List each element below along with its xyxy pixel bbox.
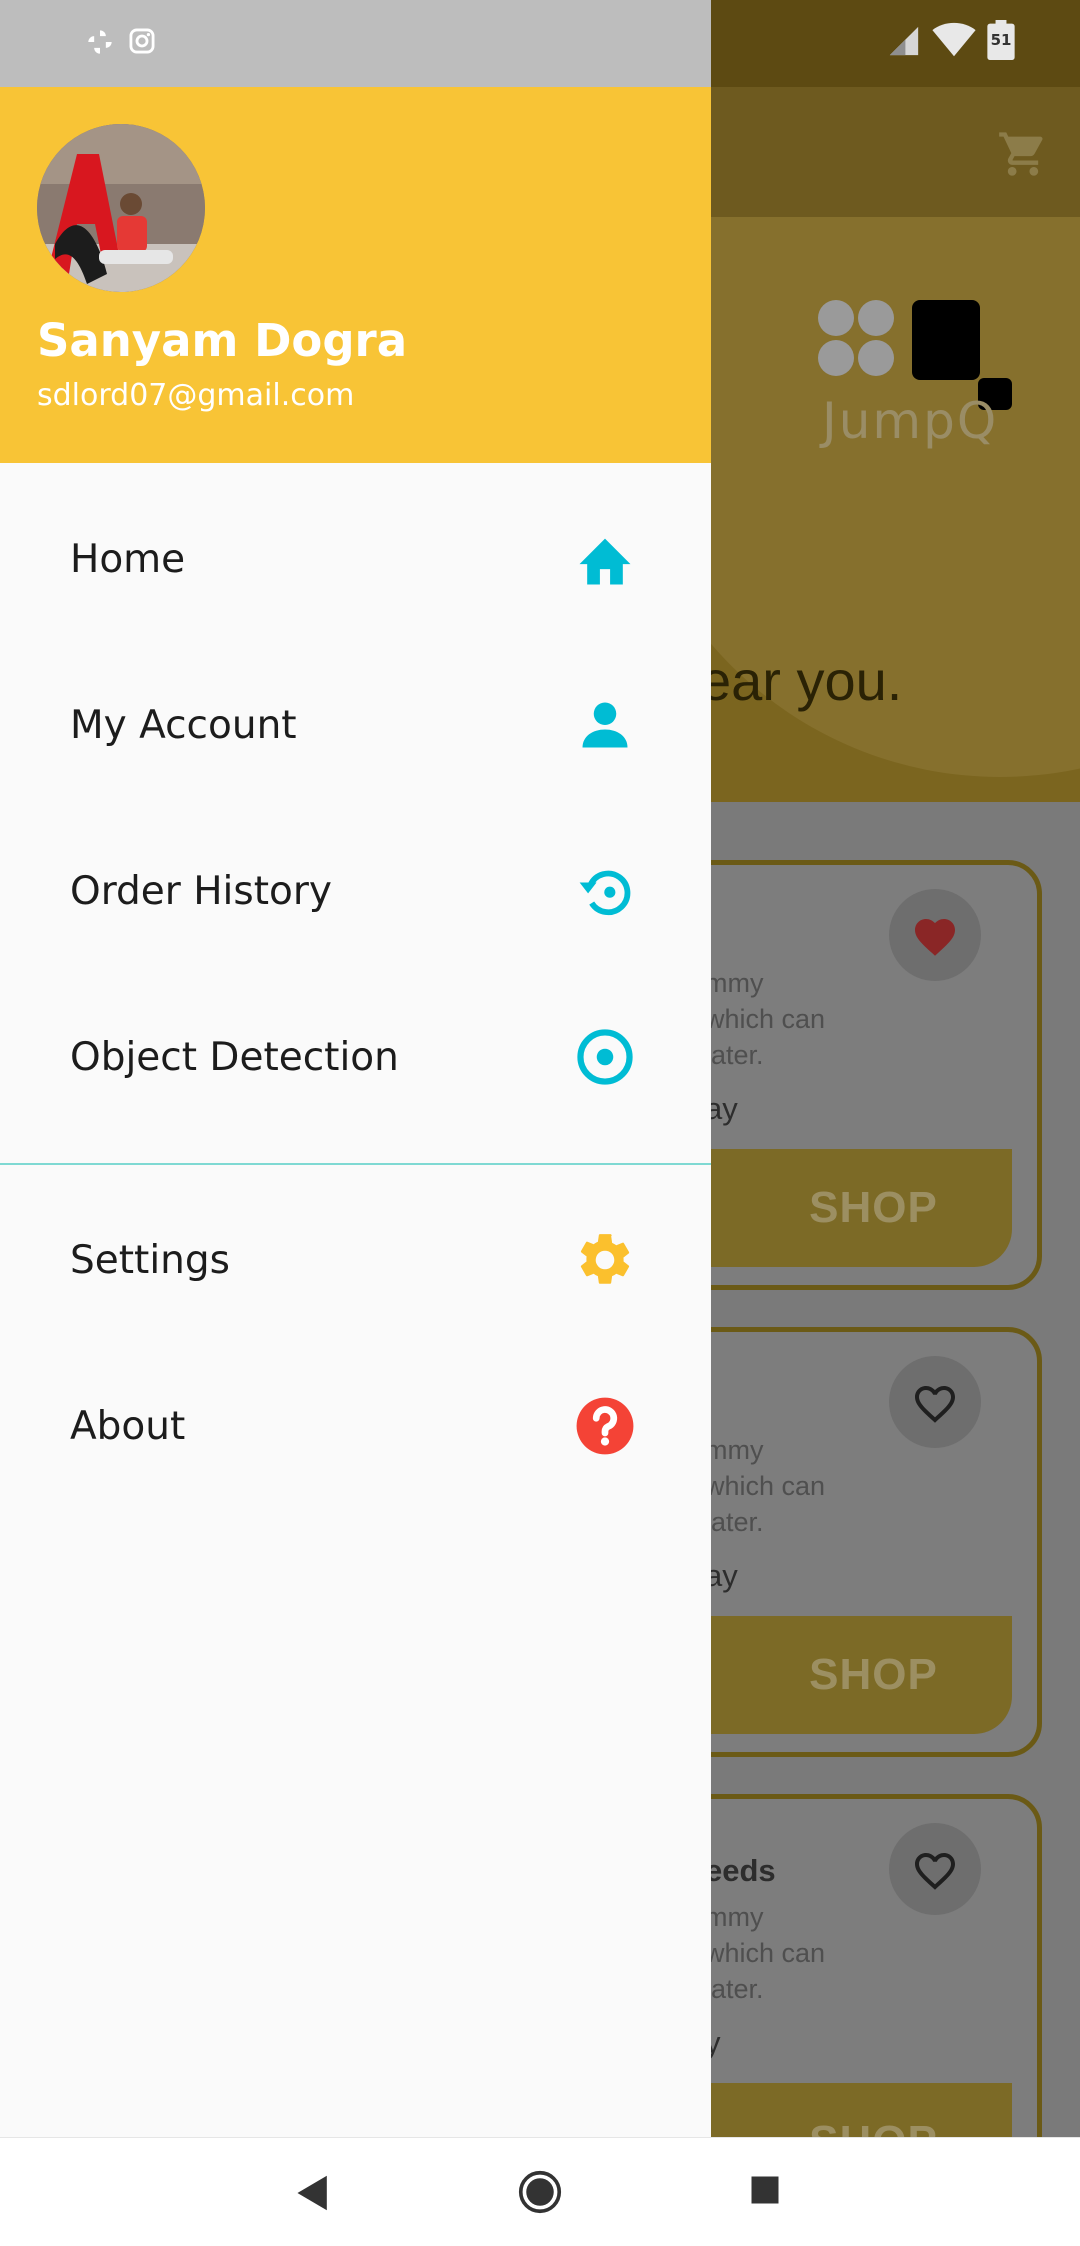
menu-item-order-history[interactable]: Order History <box>0 811 711 971</box>
navigation-drawer: Sanyam Dogra sdlord07@gmail.com Home My … <box>0 0 711 2137</box>
favorite-button <box>889 889 981 981</box>
gear-icon <box>571 1226 639 1294</box>
user-email: sdlord07@gmail.com <box>37 378 355 413</box>
menu-item-home[interactable]: Home <box>0 479 711 639</box>
home-icon <box>571 525 639 593</box>
card-description: mmy which can later. <box>705 1902 826 2004</box>
favorite-button <box>889 1823 981 1915</box>
history-icon <box>571 857 639 925</box>
system-nav-bar <box>0 2137 1080 2246</box>
user-name: Sanyam Dogra <box>37 314 408 367</box>
target-icon <box>571 1023 639 1091</box>
wifi-icon <box>932 22 976 57</box>
profile-photo <box>37 124 205 292</box>
menu-item-object-detection[interactable]: Object Detection <box>0 977 711 1137</box>
heart-outline-icon <box>915 1853 955 1890</box>
heart-filled-icon <box>915 919 955 956</box>
instagram-icon <box>129 28 155 54</box>
menu-item-label: Home <box>70 536 186 582</box>
logo-text: JumpQ <box>822 392 999 450</box>
menu-item-label: My Account <box>70 702 297 748</box>
back-button[interactable] <box>295 2174 331 2212</box>
home-button[interactable] <box>518 2170 562 2214</box>
card-description: mmy which can later. <box>705 1435 826 1537</box>
heart-outline-icon <box>915 1386 955 1423</box>
person-icon <box>571 691 639 759</box>
menu-item-label: Order History <box>70 868 332 914</box>
menu-item-label: Object Detection <box>70 1034 399 1080</box>
menu-item-label: Settings <box>70 1237 230 1283</box>
recents-button[interactable] <box>750 2175 780 2205</box>
avatar[interactable] <box>37 124 205 292</box>
card-title: eeds <box>705 1853 776 1888</box>
menu-item-my-account[interactable]: My Account <box>0 645 711 805</box>
help-icon <box>571 1392 639 1460</box>
signal-icon <box>889 26 919 56</box>
pinwheel-icon <box>88 30 112 54</box>
favorite-button <box>889 1356 981 1448</box>
card-description: mmy which can later. <box>705 968 826 1070</box>
bg-tagline: ear you. <box>700 649 903 712</box>
jumpq-logo: JumpQ <box>818 300 1018 450</box>
menu-item-label: About <box>70 1403 186 1449</box>
menu-item-settings[interactable]: Settings <box>0 1180 711 1340</box>
drawer-status-bar <box>0 0 711 87</box>
menu-item-about[interactable]: About <box>0 1346 711 1506</box>
drawer-divider <box>0 1163 711 1165</box>
battery-level-text: 51 <box>990 31 1012 49</box>
cart-icon[interactable] <box>995 128 1051 180</box>
